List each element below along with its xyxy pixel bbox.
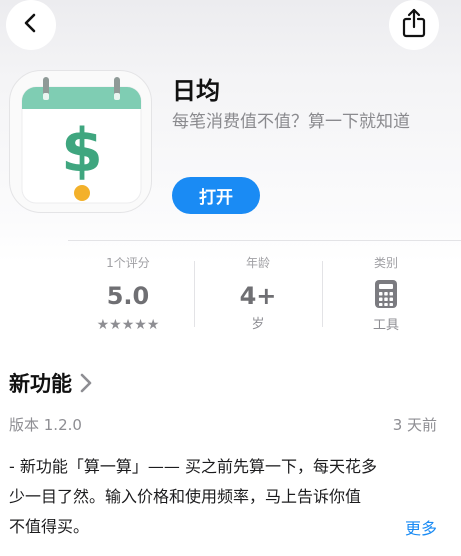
app-name: 日均: [172, 77, 220, 105]
share-button[interactable]: [389, 0, 439, 50]
release-date: 3 天前: [392, 416, 437, 434]
category-value: 工具: [372, 318, 399, 333]
release-notes-line: 少一目了然。输入价格和使用频率，马上告诉你值: [9, 487, 362, 506]
app-icon: $: [9, 70, 152, 213]
open-button[interactable]: 打开: [172, 177, 260, 214]
category-column[interactable]: 类别 工具: [326, 255, 446, 335]
star-rating: ★★★★★: [96, 317, 160, 333]
share-icon: [401, 8, 427, 42]
ratings-column[interactable]: 1个评分 5.0 ★★★★★: [68, 255, 188, 334]
chevron-left-icon: [20, 12, 42, 38]
app-subtitle: 每笔消费值不值？算一下就知道: [172, 112, 410, 132]
divider: [194, 261, 195, 327]
ratings-caption: 1个评分: [106, 256, 150, 270]
calculator-icon: [374, 279, 398, 313]
version-label: 版本 1.2.0: [9, 416, 82, 434]
release-notes-line: 不值得买。: [9, 517, 90, 536]
divider: [322, 261, 323, 327]
back-button[interactable]: [6, 0, 56, 50]
age-column: 年龄 4+ 岁: [198, 255, 318, 334]
dollar-symbol: $: [61, 116, 103, 186]
age-value: 4+: [239, 282, 277, 310]
more-link[interactable]: 更多: [405, 515, 437, 539]
age-caption: 年龄: [245, 256, 270, 270]
info-row: 1个评分 5.0 ★★★★★ 年龄 4+ 岁 类别 工具: [68, 240, 461, 350]
whats-new-header[interactable]: 新功能: [9, 368, 92, 398]
rating-value: 5.0: [106, 282, 150, 310]
whats-new-title: 新功能: [9, 372, 72, 396]
chevron-right-icon: [80, 373, 92, 393]
release-notes-line: - 新功能「算一算」—— 买之前先算一下，每天花多: [9, 457, 377, 476]
category-caption: 类别: [373, 256, 398, 270]
age-unit: 岁: [251, 317, 265, 332]
release-notes: - 新功能「算一算」—— 买之前先算一下，每天花多 少一目了然。输入价格和使用频…: [9, 452, 419, 542]
